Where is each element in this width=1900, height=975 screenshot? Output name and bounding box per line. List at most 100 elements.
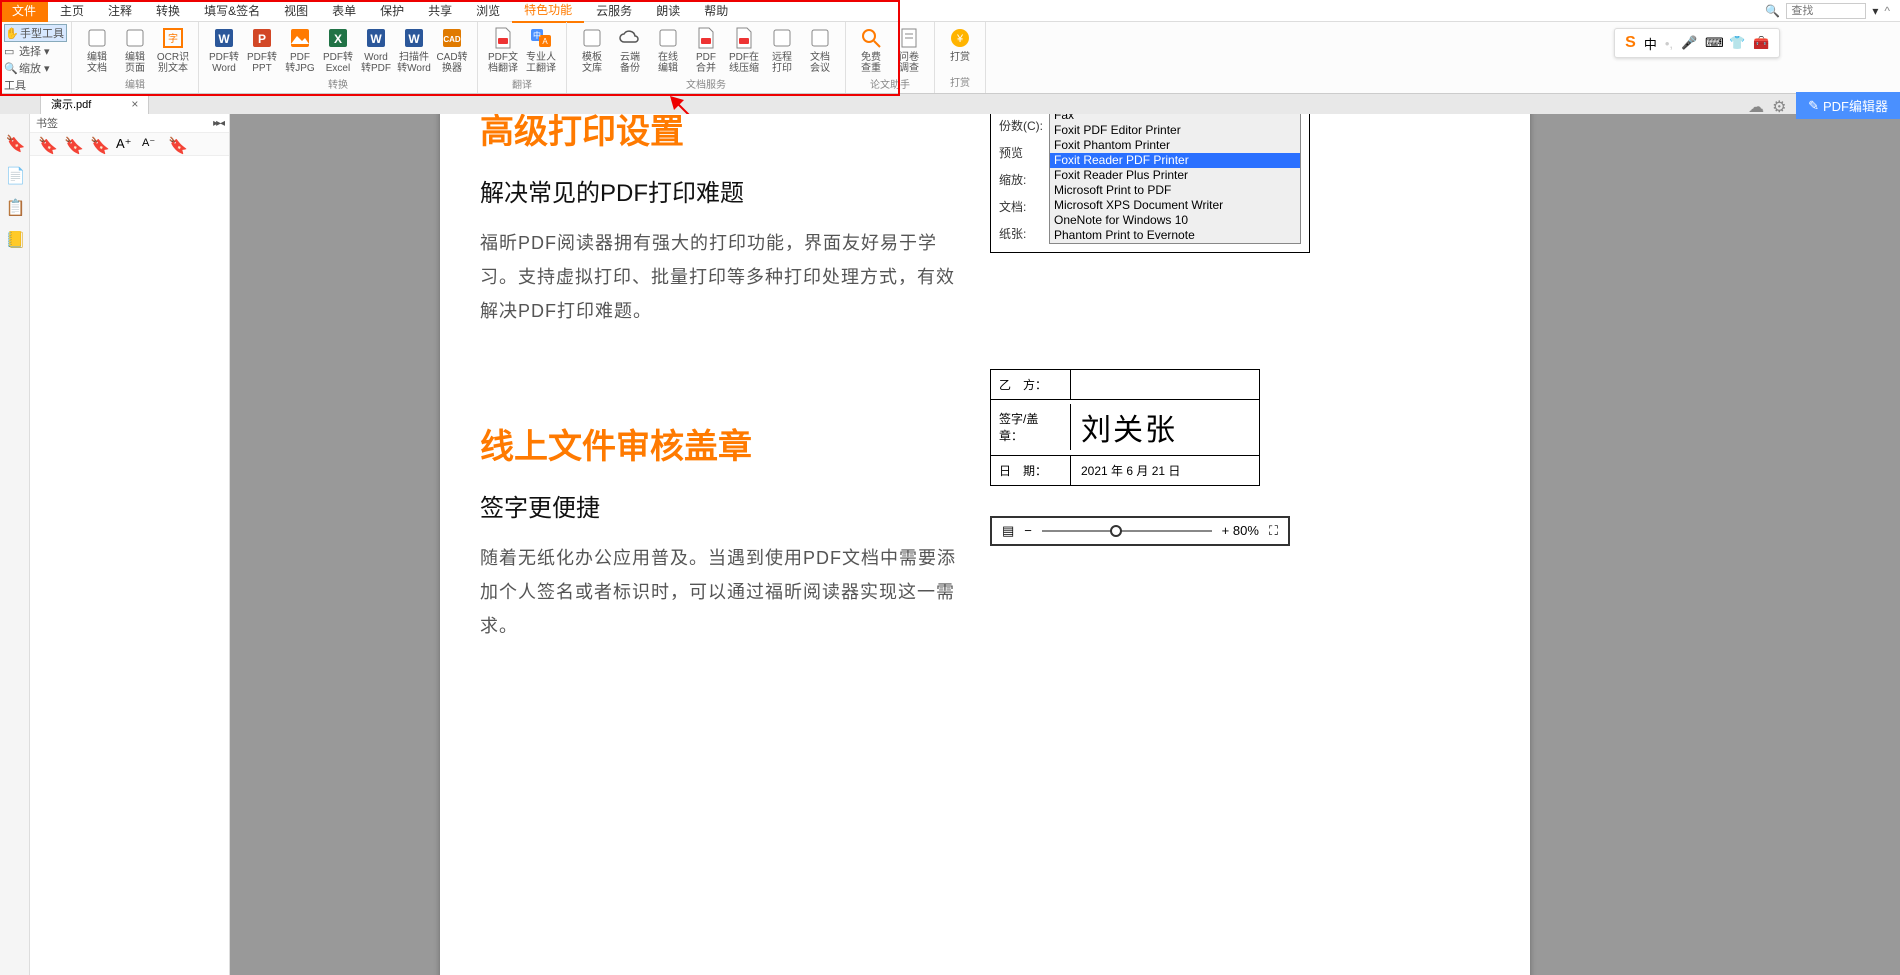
ribbon-label: PDF文 档翻译 bbox=[488, 52, 518, 74]
ribbon-label: CAD转 换器 bbox=[436, 52, 467, 74]
ribbon-button[interactable]: 远程 打印 bbox=[763, 24, 801, 76]
ribbon-icon: W bbox=[212, 26, 236, 50]
search-icon[interactable]: 🔍 bbox=[1765, 4, 1780, 18]
ribbon-label: PDF 合并 bbox=[696, 52, 716, 74]
ribbon-button[interactable]: WWord 转PDF bbox=[357, 24, 395, 76]
ribbon-label: 专业人 工翻译 bbox=[526, 52, 556, 74]
bookmark-del-icon[interactable]: 🔖 bbox=[90, 136, 106, 152]
close-icon[interactable]: × bbox=[131, 97, 138, 111]
printer-option: Microsoft Print to PDF bbox=[1050, 183, 1300, 198]
menu-tab[interactable]: 保护 bbox=[368, 0, 416, 22]
ribbon-button[interactable]: 在线 编辑 bbox=[649, 24, 687, 76]
menu-tab[interactable]: 浏览 bbox=[464, 0, 512, 22]
menu-file[interactable]: 文件 bbox=[0, 0, 48, 22]
ribbon-button[interactable]: WPDF转 Word bbox=[205, 24, 243, 76]
ribbon-label: 在线 编辑 bbox=[658, 52, 678, 74]
ribbon-icon bbox=[85, 26, 109, 50]
ribbon-group: 免费 查重问卷 调查论文助手 bbox=[846, 22, 935, 93]
font-smaller-icon[interactable]: A⁻ bbox=[142, 136, 158, 152]
select-tool[interactable]: ▭选择 ▾ bbox=[4, 43, 67, 59]
menu-tab[interactable]: 填写&签名 bbox=[192, 0, 272, 22]
panel-collapse-icon[interactable]: ▸▸ ◂ bbox=[213, 118, 223, 129]
menu-tab[interactable]: 云服务 bbox=[584, 0, 644, 22]
font-bigger-icon[interactable]: A⁺ bbox=[116, 136, 132, 152]
paragraph: 随着无纸化办公应用普及。当遇到使用PDF文档中需要添加个人签名或者标识时，可以通… bbox=[480, 541, 960, 644]
ribbon-button[interactable]: ¥打赏 bbox=[941, 24, 979, 65]
keyboard-icon[interactable]: ⌨ bbox=[1705, 35, 1721, 51]
group-label: 打赏 bbox=[950, 74, 970, 91]
zoom-tool[interactable]: 🔍缩放 ▾ bbox=[4, 60, 67, 76]
ribbon-button[interactable]: PPDF转 PPT bbox=[243, 24, 281, 76]
zoom-slider[interactable] bbox=[1042, 530, 1212, 532]
ribbon-button[interactable]: 字OCR识 别文本 bbox=[154, 24, 192, 76]
menu-tab[interactable]: 朗读 bbox=[644, 0, 692, 22]
view-mode-icon[interactable]: ▤ bbox=[1002, 523, 1014, 539]
hand-tool[interactable]: ✋手型工具 bbox=[4, 24, 67, 42]
ribbon-button[interactable]: 云端 备份 bbox=[611, 24, 649, 76]
menu-tab[interactable]: 共享 bbox=[416, 0, 464, 22]
page-icon[interactable]: 📄 bbox=[6, 166, 24, 184]
ribbon-group: ¥打赏打赏 bbox=[935, 22, 986, 93]
left-icon-bar: 🔖 📄 📋 📒 bbox=[0, 114, 30, 975]
ribbon-button[interactable]: PDF 合并 bbox=[687, 24, 725, 76]
ribbon-button[interactable]: XPDF转 Excel bbox=[319, 24, 357, 76]
pdf-editor-button[interactable]: ✎ PDF编辑器 bbox=[1796, 92, 1900, 119]
ribbon-button[interactable]: PDF 转JPG bbox=[281, 24, 319, 76]
menu-tab[interactable]: 主页 bbox=[48, 0, 96, 22]
menu-tab-active[interactable]: 特色功能 bbox=[512, 0, 584, 23]
settings-icon[interactable]: ⚙ bbox=[1772, 97, 1790, 115]
skin-icon[interactable]: 👕 bbox=[1729, 35, 1745, 51]
expand-icon[interactable]: 🔖 bbox=[38, 136, 54, 152]
toolbox-icon[interactable]: 🧰 bbox=[1753, 35, 1769, 51]
ribbon-icon bbox=[859, 26, 883, 50]
menu-tab[interactable]: 注释 bbox=[96, 0, 144, 22]
ribbon-button[interactable]: 编辑 文档 bbox=[78, 24, 116, 76]
ribbon-button[interactable]: PDF在 线压缩 bbox=[725, 24, 763, 76]
ribbon-icon bbox=[808, 26, 832, 50]
menu-tab[interactable]: 帮助 bbox=[692, 0, 740, 22]
note-icon[interactable]: 📒 bbox=[6, 230, 24, 248]
printer-combo: Foxit Reader PDF Printer FaxFoxit PDF Ed… bbox=[1049, 114, 1301, 244]
ribbon-button[interactable]: 中A专业人 工翻译 bbox=[522, 24, 560, 76]
ribbon-button[interactable]: PDF文 档翻译 bbox=[484, 24, 522, 76]
menu-tab[interactable]: 转换 bbox=[144, 0, 192, 22]
zoom-bar: ▤ − + 80% ⛶ bbox=[990, 516, 1290, 546]
svg-text:¥: ¥ bbox=[956, 33, 964, 45]
zoom-out-icon[interactable]: − bbox=[1024, 523, 1032, 538]
ribbon-icon: W bbox=[364, 26, 388, 50]
viewport[interactable]: 高级打印设置 解决常见的PDF打印难题 福昕PDF阅读器拥有强大的打印功能，界面… bbox=[230, 114, 1900, 975]
ribbon-button[interactable]: W扫描件 转Word bbox=[395, 24, 433, 76]
ime-lang[interactable]: 中 bbox=[1644, 34, 1657, 53]
ribbon-collapse-icon[interactable]: ^ bbox=[1884, 4, 1890, 18]
panel-toolbar: 🔖 🔖 🔖 A⁺ A⁻ 🔖 bbox=[30, 132, 229, 156]
ribbon-button[interactable]: CADCAD转 换器 bbox=[433, 24, 471, 76]
ribbon-label: 云端 备份 bbox=[620, 52, 640, 74]
mic-icon[interactable]: 🎤 bbox=[1681, 35, 1697, 51]
bookmark-add-icon[interactable]: 🔖 bbox=[64, 136, 80, 152]
document-tab[interactable]: 演示.pdf × bbox=[40, 93, 149, 114]
menu-tab[interactable]: 表单 bbox=[320, 0, 368, 22]
pen-icon: ✎ bbox=[1808, 98, 1819, 114]
chevron-down-icon[interactable]: ▾ bbox=[1872, 4, 1878, 18]
label: 文档: bbox=[999, 198, 1043, 215]
ribbon-button[interactable]: 免费 查重 bbox=[852, 24, 890, 76]
ribbon-button[interactable]: 编辑 页面 bbox=[116, 24, 154, 76]
ribbon-button[interactable]: 模板 文库 bbox=[573, 24, 611, 76]
search-input[interactable] bbox=[1786, 3, 1866, 19]
ribbon-icon: 字 bbox=[161, 26, 185, 50]
cloud-icon[interactable]: ☁ bbox=[1748, 97, 1766, 115]
clipboard-icon[interactable]: 📋 bbox=[6, 198, 24, 216]
bookmark-tab-icon[interactable]: 🔖 bbox=[6, 134, 24, 152]
ribbon-icon bbox=[656, 26, 680, 50]
ribbon-button[interactable]: 文档 会议 bbox=[801, 24, 839, 76]
ribbon-button[interactable]: 问卷 调查 bbox=[890, 24, 928, 76]
ribbon-icon bbox=[618, 26, 642, 50]
ime-bar[interactable]: S 中 •, 🎤 ⌨ 👕 🧰 bbox=[1614, 28, 1780, 58]
expand-icon[interactable]: ⛶ bbox=[1269, 523, 1278, 539]
right-float-bar: ☁ ⚙ ✎ PDF编辑器 bbox=[1748, 92, 1900, 119]
bookmark-find-icon[interactable]: 🔖 bbox=[168, 136, 184, 152]
group-label: 编辑 bbox=[125, 76, 145, 93]
document-tab-bar: 演示.pdf × bbox=[0, 94, 1900, 114]
menu-tab[interactable]: 视图 bbox=[272, 0, 320, 22]
label: 签字/盖章： bbox=[991, 404, 1071, 450]
